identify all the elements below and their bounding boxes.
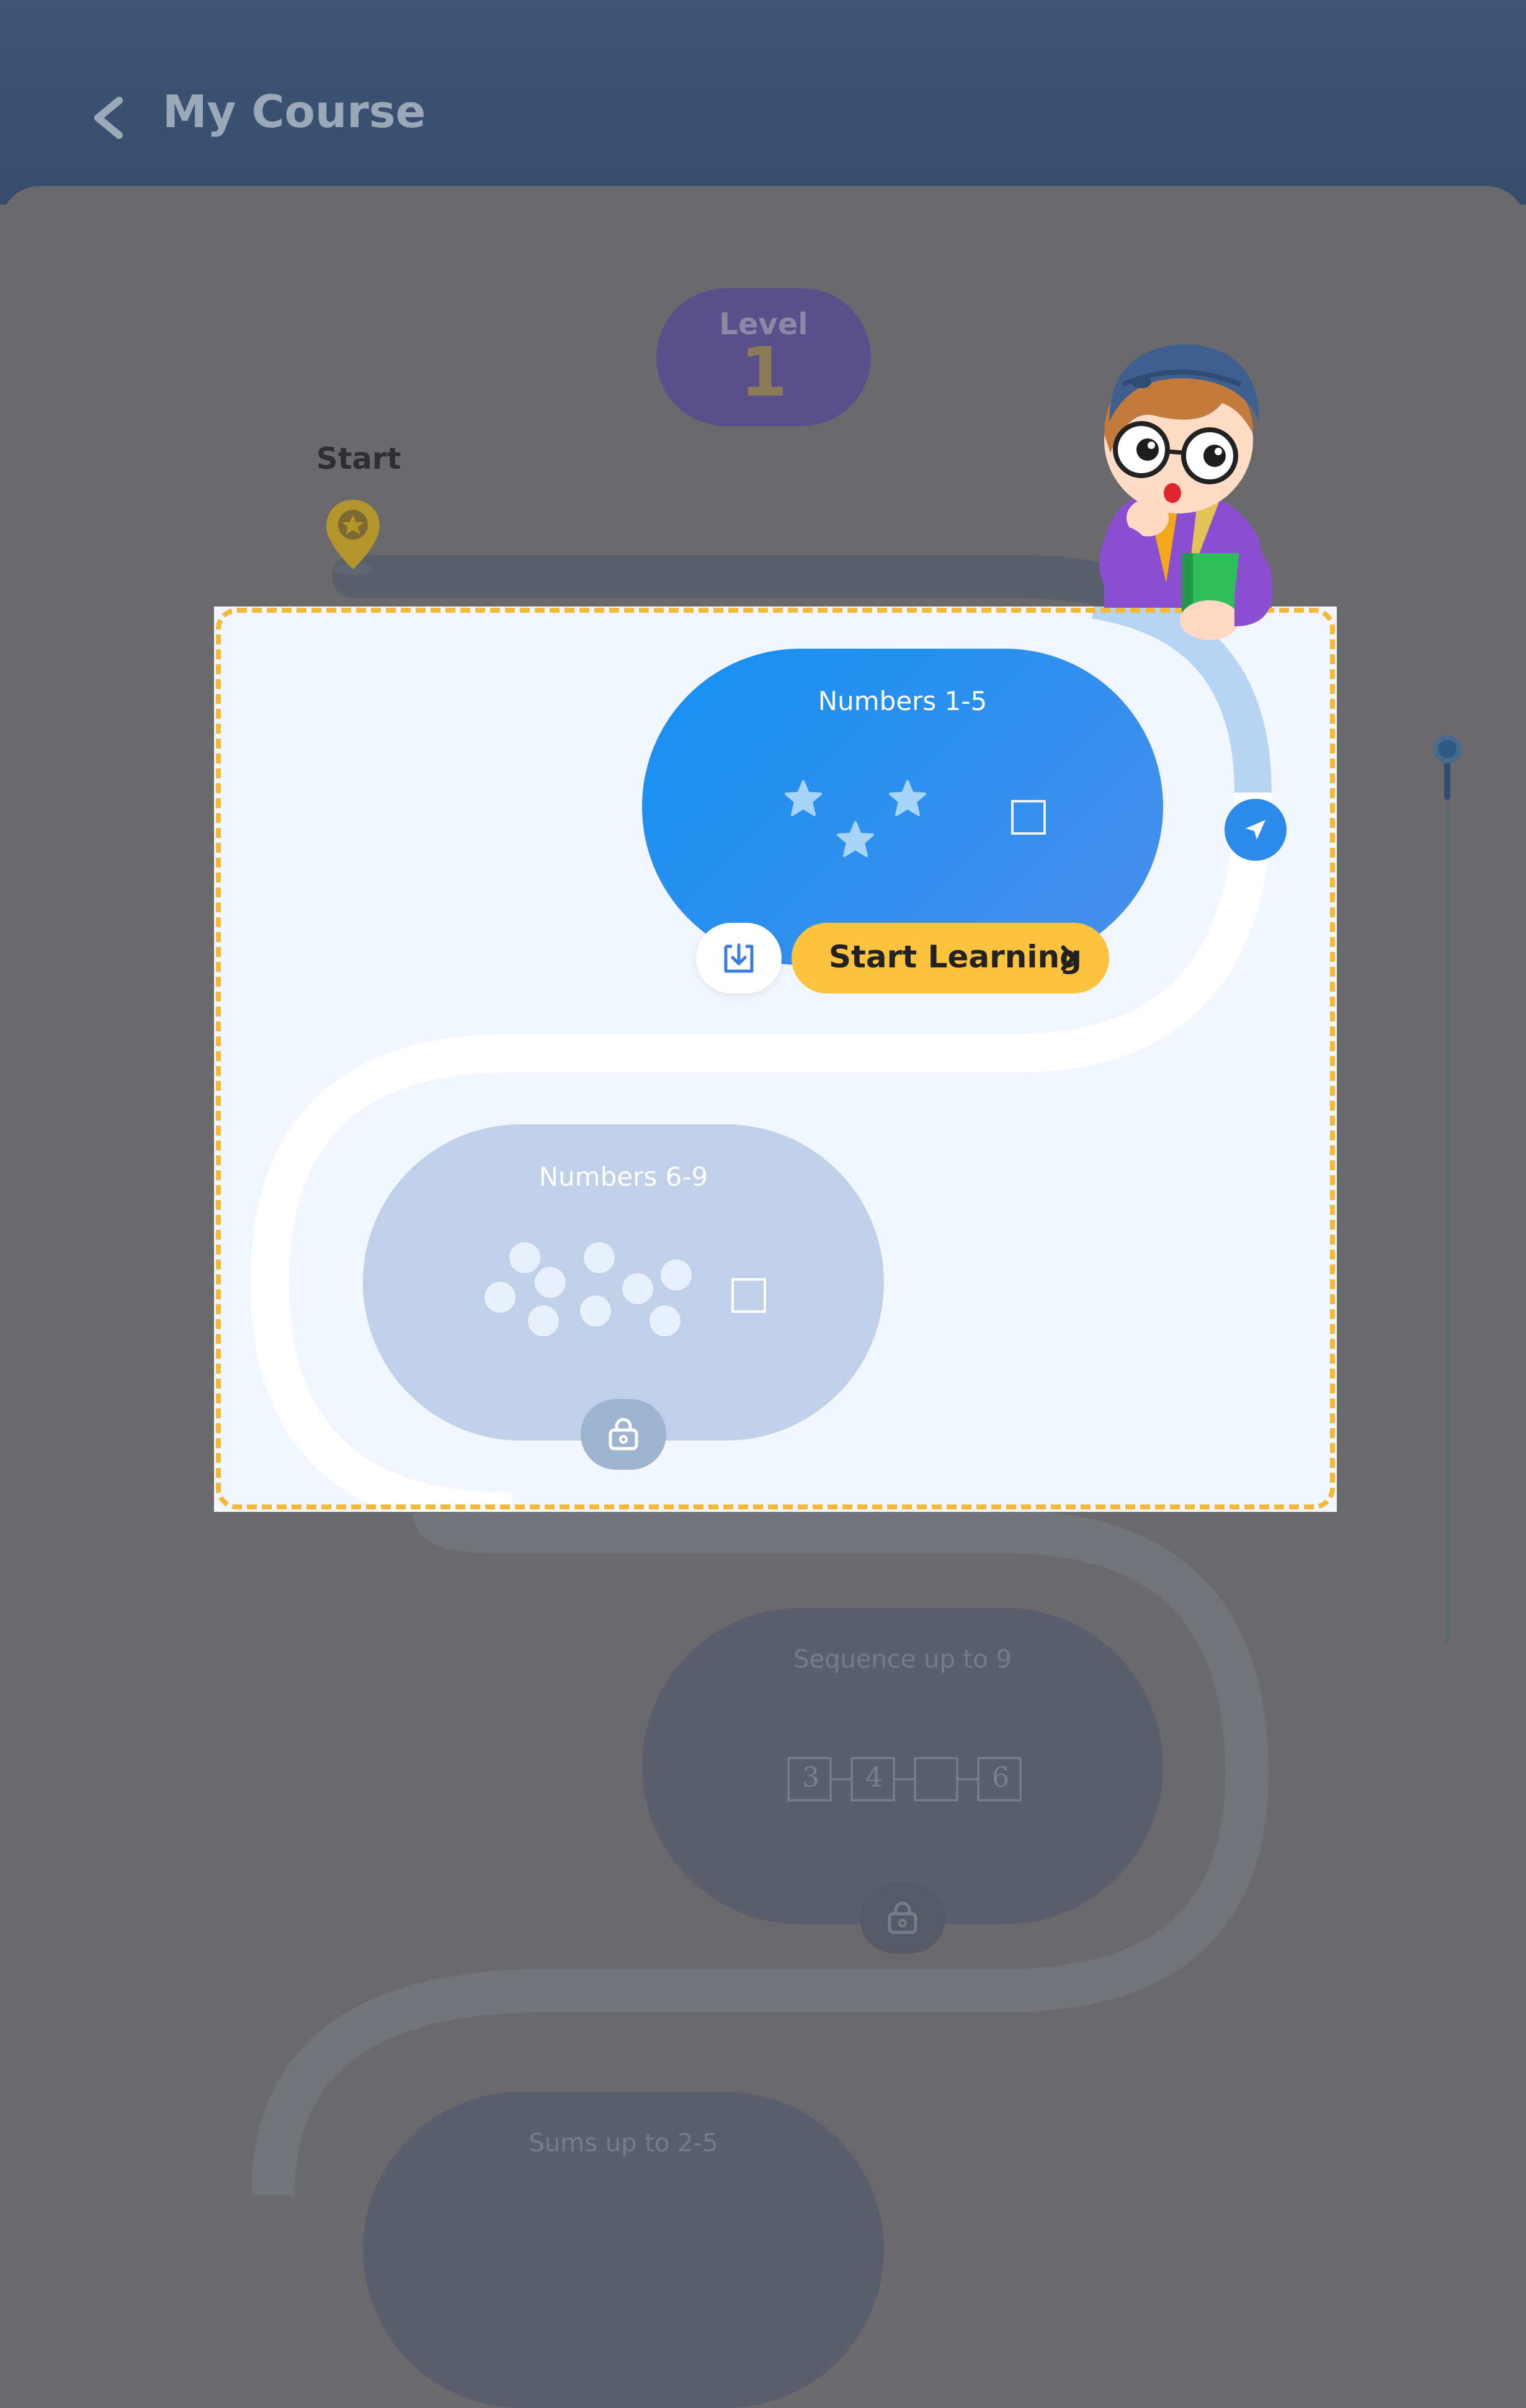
lesson-title: Sequence up to 9: [793, 1645, 1012, 1674]
lesson-title: Numbers 1-5: [818, 686, 988, 716]
chevron-right-icon: [1061, 945, 1076, 971]
lesson-title: Numbers 6-9: [538, 1162, 708, 1192]
star-icon: [889, 780, 926, 816]
lock-badge: [860, 1883, 945, 1953]
counter-dot: [484, 1282, 515, 1313]
star-icon: [785, 780, 822, 816]
download-button[interactable]: [696, 923, 782, 993]
lesson-card-numbers-6-9[interactable]: Numbers 6-9: [363, 1124, 884, 1441]
location-pin-star-icon: [326, 500, 380, 575]
start-learning-button[interactable]: Start Learning: [792, 923, 1109, 993]
chevron-left-icon: [94, 97, 123, 139]
counter-dot: [584, 1242, 615, 1273]
lock-badge: [581, 1399, 666, 1470]
level-badge: Level 1: [656, 288, 871, 426]
counter-dot: [509, 1242, 540, 1273]
counter-dot: [649, 1305, 680, 1336]
progress-rail-knob[interactable]: [1433, 735, 1461, 763]
mascot-character: [1099, 344, 1273, 640]
counter-dot: [528, 1305, 559, 1336]
counter-dot: [535, 1267, 566, 1298]
navigation-arrow-icon: [1246, 820, 1265, 840]
start-learning-label: Start Learning: [829, 939, 1082, 975]
page-title: My Course: [163, 86, 426, 138]
lesson-card-numbers-1-5[interactable]: Numbers 1-5: [642, 649, 1163, 965]
download-icon: [724, 943, 754, 973]
star-icon: [837, 821, 874, 857]
lesson-title: Sums up to 2-5: [529, 2129, 718, 2157]
counter-dot: [661, 1260, 692, 1291]
lesson-card-sums: Sums up to 2-5: [363, 2092, 884, 2408]
sequence-value: 3: [802, 1762, 819, 1793]
progress-rail: [1445, 750, 1449, 1643]
sequence-value: 4: [865, 1762, 883, 1793]
navigate-button[interactable]: [1225, 799, 1287, 861]
counter-dot: [580, 1295, 611, 1326]
sequence-value: 6: [992, 1762, 1009, 1793]
lock-icon: [888, 1901, 917, 1934]
answer-box: [1011, 800, 1046, 835]
lesson-card-sequence: Sequence up to 9 3 4 6: [642, 1608, 1163, 1924]
start-label: Start: [316, 442, 401, 476]
lock-icon: [609, 1418, 638, 1451]
answer-box: [731, 1278, 766, 1313]
back-button[interactable]: [81, 87, 136, 149]
counter-dot: [622, 1273, 653, 1304]
level-number: 1: [739, 332, 788, 412]
